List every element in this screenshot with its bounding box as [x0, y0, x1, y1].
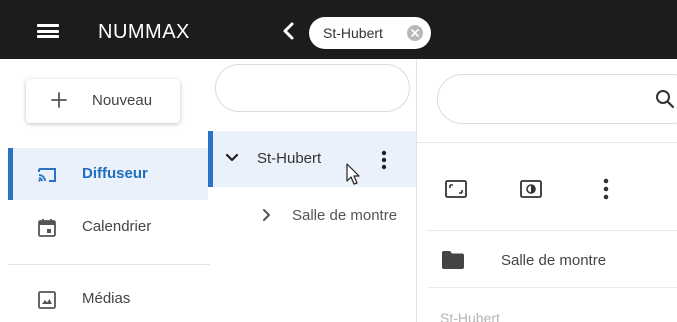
app-brand: NUMMAX	[98, 21, 190, 43]
chevron-down-icon[interactable]	[225, 153, 239, 163]
sidebar-item-medias[interactable]: Médias	[8, 273, 208, 322]
sidebar-item-label: Médias	[82, 290, 131, 307]
calendar-icon	[38, 219, 56, 237]
chevron-left-icon[interactable]	[280, 22, 298, 40]
top-app-bar: NUMMAX St-Hubert	[0, 0, 677, 59]
divider	[427, 230, 677, 231]
more-vert-icon[interactable]	[379, 149, 389, 171]
chevron-right-icon[interactable]	[262, 208, 272, 222]
folder-icon	[442, 251, 464, 269]
search-icon[interactable]	[655, 89, 675, 109]
image-icon	[38, 291, 56, 309]
new-button-label: Nouveau	[92, 92, 153, 109]
sidebar-divider	[8, 264, 210, 265]
mouse-cursor-icon	[346, 163, 360, 185]
plus-icon	[51, 92, 67, 108]
sidebar-item-label: Diffuseur	[82, 165, 148, 182]
tree-search-input[interactable]	[215, 64, 410, 112]
tree-node-label: St-Hubert	[257, 150, 322, 167]
breadcrumb-chip[interactable]: St-Hubert	[309, 17, 431, 49]
new-button[interactable]: Nouveau	[26, 79, 180, 123]
sidebar-item-label: Calendrier	[82, 218, 152, 235]
tree-node-label: Salle de montre	[292, 207, 398, 224]
detail-search-input[interactable]	[437, 74, 677, 124]
cast-icon	[38, 168, 56, 182]
section-label: St-Hubert	[440, 310, 500, 322]
sidebar-item-calendrier[interactable]: Calendrier	[8, 201, 208, 253]
divider	[427, 287, 677, 288]
sidebar-item-diffuseur[interactable]: Diffuseur	[8, 148, 208, 200]
breadcrumb-chip-label: St-Hubert	[323, 25, 383, 41]
expand-icon[interactable]	[443, 176, 469, 202]
column-divider	[416, 59, 417, 322]
hamburger-menu-icon[interactable]	[37, 24, 59, 38]
close-circle-icon[interactable]	[407, 25, 423, 41]
folder-label: Salle de montre	[501, 252, 607, 269]
more-vert-icon[interactable]	[600, 176, 612, 202]
brightness-icon[interactable]	[518, 176, 544, 202]
divider	[417, 142, 677, 143]
